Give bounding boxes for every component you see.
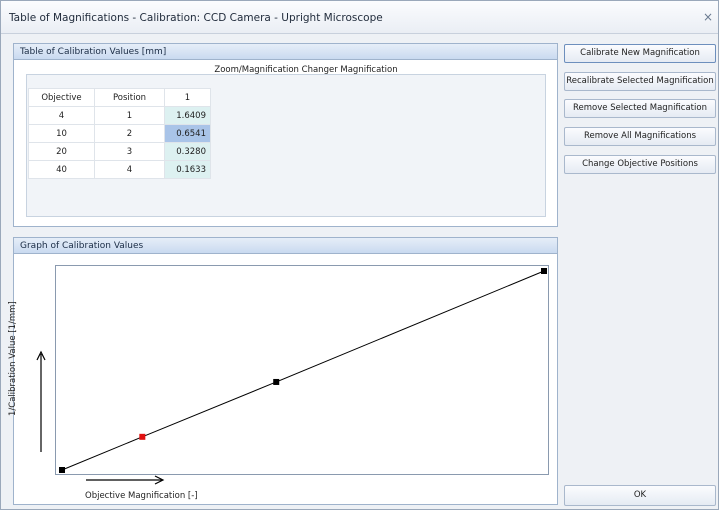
calibrate-new-magnification-button[interactable]: Calibrate New Magnification bbox=[564, 44, 716, 63]
change-objective-positions-button[interactable]: Change Objective Positions bbox=[564, 155, 716, 174]
cell-position[interactable]: 2 bbox=[94, 124, 165, 143]
cell-calibration-value[interactable]: 1.6409 bbox=[164, 106, 211, 125]
remove-all-magnifications-button[interactable]: Remove All Magnifications bbox=[564, 127, 716, 146]
plot-area bbox=[55, 265, 549, 475]
recalibrate-selected-magnification-button[interactable]: Recalibrate Selected Magnification bbox=[564, 72, 716, 91]
y-axis-arrow-icon bbox=[36, 350, 46, 452]
column-header-magnification-1[interactable]: 1 bbox=[164, 88, 211, 107]
data-point[interactable] bbox=[541, 268, 547, 274]
x-axis-arrow-icon bbox=[86, 475, 165, 485]
data-point[interactable] bbox=[59, 467, 65, 473]
column-header-objective[interactable]: Objective bbox=[28, 88, 95, 107]
window-title: Table of Magnifications - Calibration: C… bbox=[9, 12, 383, 24]
table-row[interactable]: 40 4 0.1633 bbox=[28, 160, 211, 179]
y-axis-label: 1/Calibration Value [1/mm] bbox=[8, 301, 18, 416]
calibration-series-line bbox=[61, 270, 545, 471]
cell-position[interactable]: 3 bbox=[94, 142, 165, 161]
table-header-row: Objective Position 1 bbox=[28, 88, 211, 107]
close-icon[interactable]: × bbox=[702, 10, 714, 24]
magnification-group-caption: Zoom/Magnification Changer Magnification bbox=[214, 65, 398, 75]
table-row[interactable]: 10 2 0.6541 bbox=[28, 124, 211, 143]
calibration-graph-panel: Graph of Calibration Values 1/Calibratio… bbox=[8, 237, 558, 505]
cell-calibration-value[interactable]: 0.3280 bbox=[164, 142, 211, 161]
calibration-table-panel: Table of Calibration Values [mm] Zoom/Ma… bbox=[13, 43, 558, 227]
title-bar: Table of Magnifications - Calibration: C… bbox=[1, 1, 718, 34]
graph-panel-header: Graph of Calibration Values bbox=[14, 238, 557, 254]
cell-objective[interactable]: 40 bbox=[28, 160, 95, 179]
cell-position[interactable]: 1 bbox=[94, 106, 165, 125]
ok-button[interactable]: OK bbox=[564, 485, 716, 506]
graph-panel-title: Graph of Calibration Values bbox=[20, 241, 144, 251]
data-point-selected[interactable] bbox=[139, 433, 146, 440]
table-row[interactable]: 4 1 1.6409 bbox=[28, 106, 211, 125]
calibration-table: Objective Position 1 4 1 1.6409 10 2 0.6… bbox=[28, 88, 211, 179]
cell-objective[interactable]: 20 bbox=[28, 142, 95, 161]
calibration-window: Table of Magnifications - Calibration: C… bbox=[0, 0, 719, 510]
data-point[interactable] bbox=[273, 378, 280, 385]
table-row[interactable]: 20 3 0.3280 bbox=[28, 142, 211, 161]
remove-selected-magnification-button[interactable]: Remove Selected Magnification bbox=[564, 99, 716, 118]
table-panel-title: Table of Calibration Values [mm] bbox=[20, 47, 167, 57]
calibration-plot bbox=[59, 268, 547, 473]
cell-calibration-value-selected[interactable]: 0.6541 bbox=[164, 124, 211, 143]
x-axis-label: Objective Magnification [-] bbox=[85, 491, 198, 501]
cell-position[interactable]: 4 bbox=[94, 160, 165, 179]
table-panel-header: Table of Calibration Values [mm] bbox=[14, 44, 557, 60]
cell-objective[interactable]: 10 bbox=[28, 124, 95, 143]
column-header-position[interactable]: Position bbox=[94, 88, 165, 107]
cell-calibration-value[interactable]: 0.1633 bbox=[164, 160, 211, 179]
cell-objective[interactable]: 4 bbox=[28, 106, 95, 125]
